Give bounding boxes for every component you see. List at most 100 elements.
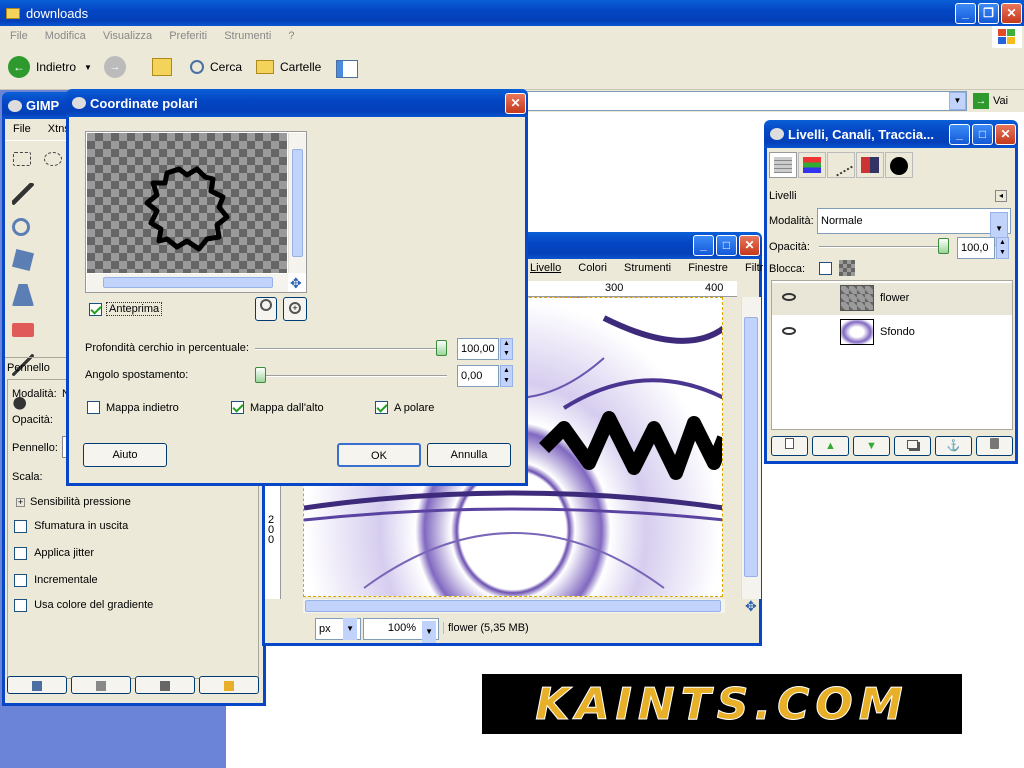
go-button[interactable]: → Vai xyxy=(973,93,1008,109)
angle-input[interactable]: 0,00 xyxy=(457,365,499,387)
menu-favorites[interactable]: Preferiti xyxy=(169,30,207,42)
angle-spinner[interactable]: ▲ ▼ xyxy=(500,365,513,387)
raise-layer-button[interactable]: ▲ xyxy=(812,436,849,456)
restore-button[interactable]: ❐ xyxy=(978,2,999,24)
image-menu-colors[interactable]: Colori xyxy=(578,262,607,274)
ellipse-select-icon[interactable] xyxy=(44,152,63,166)
layers-opacity-thumb[interactable] xyxy=(938,238,949,254)
depth-slider-track[interactable] xyxy=(255,348,447,350)
image-close-button[interactable]: ✕ xyxy=(739,235,760,256)
image-minimize-button[interactable]: _ xyxy=(693,235,714,256)
map-top-checkbox[interactable] xyxy=(231,401,244,414)
layer-row-background[interactable]: Sfondo xyxy=(772,317,1012,349)
image-hscroll-thumb[interactable] xyxy=(305,600,721,612)
depth-slider-thumb[interactable] xyxy=(436,340,447,356)
eraser-icon[interactable] xyxy=(12,323,34,337)
gradient-color-checkbox[interactable] xyxy=(14,599,27,612)
up-folder-icon[interactable] xyxy=(152,58,172,76)
magnify-icon[interactable] xyxy=(12,218,30,236)
tab-paths[interactable] xyxy=(827,152,855,178)
preview-toggle[interactable]: Anteprima xyxy=(89,302,163,316)
restore-options-button[interactable] xyxy=(71,676,131,694)
forward-button[interactable]: → xyxy=(104,56,126,78)
menu-tools[interactable]: Strumenti xyxy=(224,30,271,42)
search-button[interactable]: Cerca xyxy=(190,60,242,74)
rect-select-icon[interactable] xyxy=(13,152,31,166)
jitter-checkbox[interactable] xyxy=(14,547,27,560)
to-polar-option[interactable]: A polare xyxy=(375,401,434,414)
menu-file[interactable]: File xyxy=(10,30,28,42)
new-layer-button[interactable] xyxy=(771,436,808,456)
preview-hscroll-thumb[interactable] xyxy=(103,277,273,288)
duplicate-layer-button[interactable] xyxy=(894,436,931,456)
image-hscrollbar[interactable] xyxy=(303,599,725,613)
eye-icon[interactable] xyxy=(782,327,796,335)
image-maximize-button[interactable]: □ xyxy=(716,235,737,256)
tab-channels[interactable] xyxy=(798,152,826,178)
angle-slider-track[interactable] xyxy=(255,375,447,377)
ok-button[interactable]: OK xyxy=(337,443,421,467)
depth-spinner[interactable]: ▲ ▼ xyxy=(500,338,513,360)
lock-alpha-checkbox[interactable] xyxy=(819,262,832,275)
image-vscroll-thumb[interactable] xyxy=(744,317,758,577)
unit-select[interactable]: px ▼ xyxy=(315,618,361,640)
views-button[interactable] xyxy=(336,60,358,78)
menu-view[interactable]: Visualizza xyxy=(103,30,152,42)
preview-vscrollbar[interactable] xyxy=(288,133,306,273)
layers-opacity-spinner[interactable]: ▲ ▼ xyxy=(996,237,1009,259)
layer-row-flower[interactable]: flower xyxy=(772,283,1012,315)
layers-close-button[interactable]: ✕ xyxy=(995,123,1016,145)
preview-hscrollbar[interactable] xyxy=(87,274,288,292)
preview-navigate-icon[interactable]: ✥ xyxy=(290,276,302,290)
image-menu-filters[interactable]: Filtri xyxy=(745,262,766,274)
address-dropdown-icon[interactable]: ▼ xyxy=(949,92,966,110)
address-input[interactable] xyxy=(525,91,967,111)
gradient-color-option[interactable]: Usa colore del gradiente xyxy=(14,599,153,612)
reset-options-button[interactable] xyxy=(199,676,259,694)
zoom-select[interactable]: 100% ▼ xyxy=(363,618,439,643)
image-vscrollbar[interactable] xyxy=(741,297,761,599)
fade-out-checkbox[interactable] xyxy=(14,520,27,533)
map-backwards-option[interactable]: Mappa indietro xyxy=(87,401,179,414)
layers-menu-icon[interactable]: ◂ xyxy=(995,190,1007,202)
fade-out-option[interactable]: Sfumatura in uscita xyxy=(14,520,128,533)
menu-edit[interactable]: Modifica xyxy=(45,30,86,42)
folders-button[interactable]: Cartelle xyxy=(256,60,321,74)
angle-slider-thumb[interactable] xyxy=(255,367,266,383)
image-menu-layer[interactable]: Livello xyxy=(530,262,561,274)
tab-colormap[interactable] xyxy=(856,152,884,178)
cancel-button[interactable]: Annulla xyxy=(427,443,511,467)
help-button[interactable]: Aiuto xyxy=(83,443,167,467)
navigate-icon[interactable]: ✥ xyxy=(745,599,759,613)
anchor-layer-button[interactable]: ⚓ xyxy=(935,436,972,456)
image-menu-tools[interactable]: Strumenti xyxy=(624,262,671,274)
preview-vscroll-thumb[interactable] xyxy=(292,149,303,257)
pressure-expander[interactable]: + Sensibilità pressione xyxy=(16,496,131,508)
incremental-option[interactable]: Incrementale xyxy=(14,574,98,587)
tab-brushes[interactable] xyxy=(885,152,913,178)
color-picker-icon[interactable] xyxy=(12,183,34,205)
save-options-button[interactable] xyxy=(7,676,67,694)
to-polar-checkbox[interactable] xyxy=(375,401,388,414)
depth-input[interactable]: 100,00 xyxy=(457,338,499,360)
minimize-button[interactable]: _ xyxy=(955,2,976,24)
map-top-option[interactable]: Mappa dall'alto xyxy=(231,401,324,414)
eye-icon[interactable] xyxy=(782,293,796,301)
perspective-icon[interactable] xyxy=(12,284,34,306)
image-menu-windows[interactable]: Finestre xyxy=(688,262,728,274)
toolbox-menu-file[interactable]: File xyxy=(13,123,31,135)
jitter-option[interactable]: Applica jitter xyxy=(14,547,94,560)
layers-opacity-track[interactable] xyxy=(819,246,949,248)
layers-opacity-input[interactable]: 100,0 xyxy=(957,237,995,259)
map-backwards-checkbox[interactable] xyxy=(87,401,100,414)
back-button[interactable]: ← Indietro ▼ xyxy=(8,56,92,78)
tab-layers[interactable] xyxy=(769,152,797,178)
dialog-close-button[interactable]: ✕ xyxy=(505,92,526,114)
layers-mode-select[interactable]: Normale ▼ xyxy=(817,208,1011,246)
zoom-out-button[interactable] xyxy=(255,297,277,321)
delete-options-button[interactable] xyxy=(135,676,195,694)
incremental-checkbox[interactable] xyxy=(14,574,27,587)
close-button[interactable]: ✕ xyxy=(1001,2,1022,24)
zoom-in-button[interactable]: + xyxy=(283,297,307,321)
preview-checkbox[interactable] xyxy=(89,302,102,316)
